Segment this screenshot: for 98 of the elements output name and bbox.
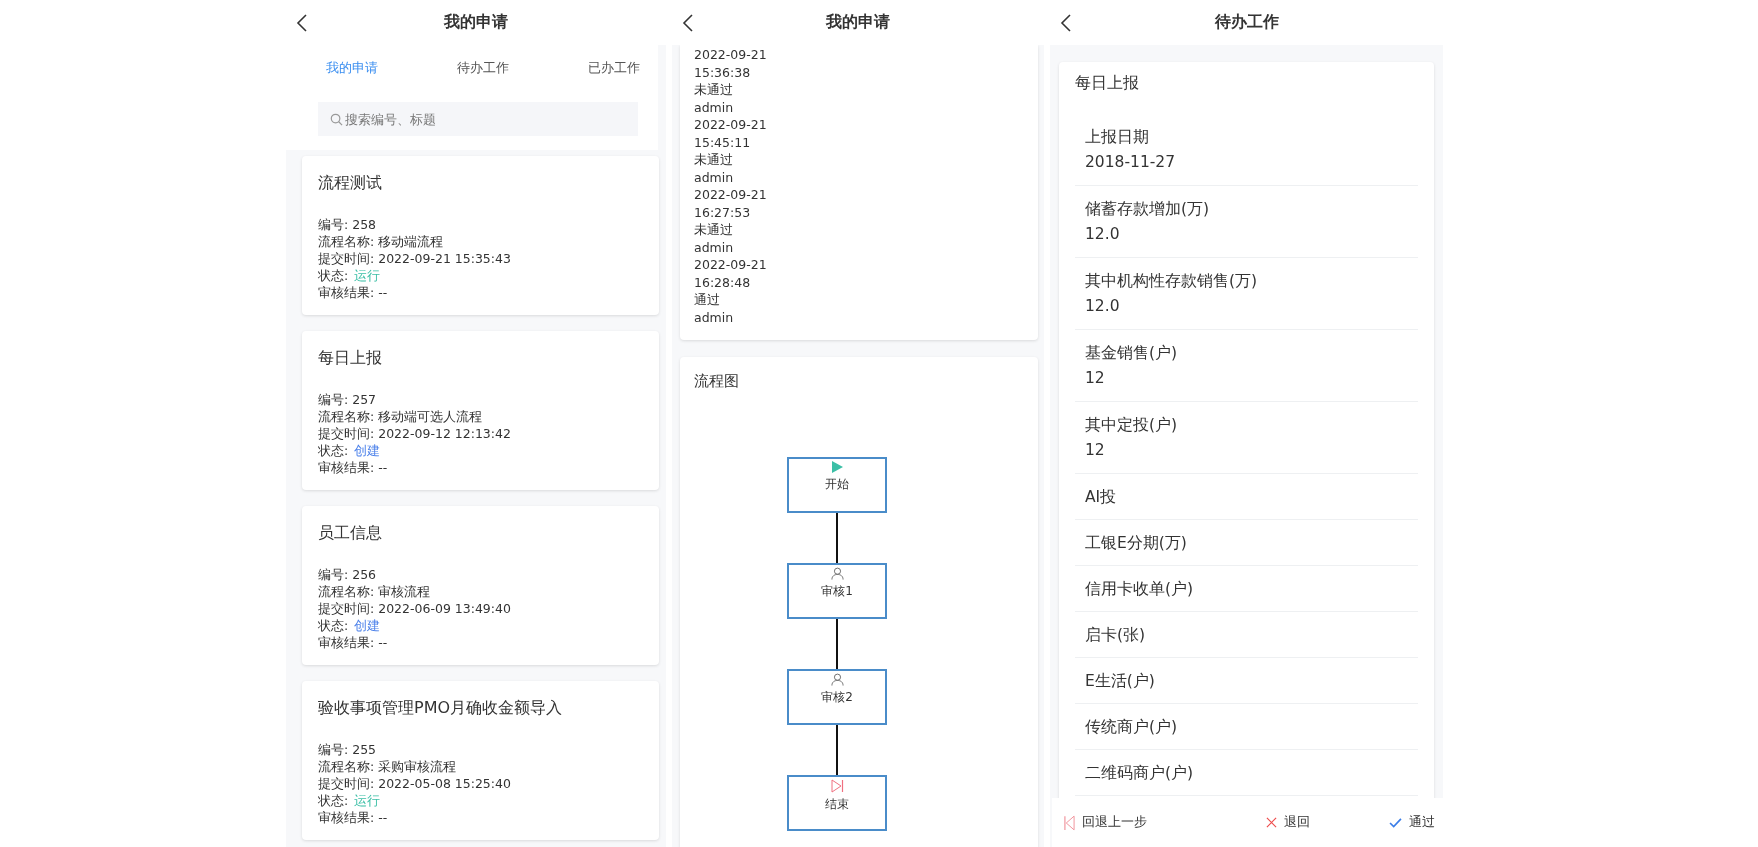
page-title: 我的申请 [444, 12, 508, 33]
tab[interactable]: 我的申请 [326, 57, 378, 79]
log-result: 未通过 [694, 221, 734, 239]
connector-line [836, 513, 838, 563]
log-result: 通过 [694, 291, 721, 309]
number-text: 编号: 257 [318, 391, 378, 408]
log-date: 2022-09-21 [694, 116, 768, 134]
back-button[interactable]: 回退上一步 [1062, 810, 1149, 835]
status-text: 创建 [354, 443, 381, 458]
status-label: 状态: [318, 618, 349, 633]
field-value: 12.0 [1085, 296, 1121, 317]
process-name-text: 流程名称: 移动端流程 [318, 233, 445, 250]
node-label: 结束 [825, 796, 849, 812]
flowchart-title: 流程图 [694, 371, 740, 391]
log-time: 16:27:53 [694, 203, 752, 221]
field-label: 二维码商户(户) [1085, 763, 1195, 784]
log-time: 16:28:48 [694, 273, 752, 291]
node-label: 开始 [825, 476, 849, 492]
field-label: 信用卡收单(户) [1085, 579, 1195, 600]
status-label: 状态: [318, 793, 349, 808]
log-result: 未通过 [694, 151, 734, 169]
approve-button[interactable]: 通过 [1387, 810, 1437, 835]
search-field[interactable]: 搜索编号、标题 [318, 102, 638, 136]
review-result-text: 审核结果: -- [318, 459, 389, 476]
review-result-text: 审核结果: -- [318, 284, 389, 301]
connector-line [836, 725, 838, 775]
field-label: E生活(户) [1085, 671, 1156, 692]
reject-button[interactable]: 退回 [1264, 810, 1312, 835]
close-icon [1266, 817, 1277, 828]
log-date: 2022-09-21 [694, 186, 768, 204]
log-time: 15:45:11 [694, 133, 752, 151]
field-value: 12.0 [1085, 224, 1121, 245]
review-result-text: 审核结果: -- [318, 634, 389, 651]
field-label: 其中定投(户) [1085, 415, 1179, 436]
form-title: 每日上报 [1075, 73, 1140, 94]
person-icon [830, 567, 844, 580]
field-label: 传统商户(户) [1085, 717, 1179, 738]
page-title: 我的申请 [826, 12, 890, 33]
submit-time-text: 提交时间: 2022-06-09 13:49:40 [318, 600, 512, 617]
field-label: 上报日期 [1085, 127, 1150, 148]
node-label: 审核2 [821, 689, 853, 705]
back-icon [1060, 13, 1072, 33]
status-label: 状态: [318, 443, 349, 458]
back-button[interactable] [682, 12, 696, 34]
node-label: 审核1 [821, 583, 853, 599]
field-value: 12 [1085, 368, 1106, 389]
status-text: 创建 [354, 618, 381, 633]
process-name-text: 流程名称: 移动端可选人流程 [318, 408, 484, 425]
check-icon [1389, 817, 1402, 828]
card-title: 验收事项管理PMO月确收金额导入 [318, 697, 564, 719]
field-label: 启卡(张) [1085, 625, 1147, 646]
back-icon [296, 13, 308, 33]
log-date: 2022-09-21 [694, 46, 768, 64]
step-back-icon [1064, 814, 1075, 831]
card-title: 每日上报 [318, 347, 383, 369]
number-text: 编号: 258 [318, 216, 378, 233]
log-time: 15:36:38 [694, 63, 752, 81]
connector-line [836, 619, 838, 669]
tab[interactable]: 待办工作 [457, 57, 509, 79]
log-user: admin [694, 168, 735, 186]
application-card[interactable]: 验收事项管理PMO月确收金额导入 编号: 255 流程名称: 采购审核流程 提交时间: 2022-05-08 15:25:40 状态: 运行 审核结果: -- [302, 681, 659, 840]
application-card[interactable]: 每日上报 编号: 257 流程名称: 移动端可选人流程 提交时间: 2022-09-12 12:13:42 状态: 创建 审核结果: -- [302, 331, 659, 490]
log-date: 2022-09-21 [694, 256, 768, 274]
submit-time-text: 提交时间: 2022-05-08 15:25:40 [318, 775, 512, 792]
application-card[interactable]: 员工信息 编号: 256 流程名称: 审核流程 提交时间: 2022-06-09 13:49:40 状态: 创建 审核结果: -- [302, 506, 659, 665]
field-value: 2018-11-27 [1085, 152, 1177, 173]
field-value: 12 [1085, 440, 1106, 461]
submit-time-text: 提交时间: 2022-09-12 12:13:42 [318, 425, 512, 442]
number-text: 编号: 255 [318, 741, 378, 758]
status-text: 运行 [354, 268, 381, 283]
review-result-text: 审核结果: -- [318, 809, 389, 826]
field-label: 工银E分期(万) [1085, 533, 1188, 554]
search-icon [330, 113, 343, 126]
back-icon [682, 13, 694, 33]
process-name-text: 流程名称: 采购审核流程 [318, 758, 458, 775]
log-user: admin [694, 308, 735, 326]
field-label: 基金销售(户) [1085, 343, 1179, 364]
application-card[interactable]: 流程测试 编号: 258 流程名称: 移动端流程 提交时间: 2022-09-21 15:35:43 状态: 运行 审核结果: -- [302, 156, 659, 315]
field-label: AI投 [1085, 487, 1118, 508]
tab[interactable]: 已办工作 [588, 57, 640, 79]
log-user: admin [694, 98, 735, 116]
field-label: 储蓄存款增加(万) [1085, 199, 1211, 220]
end-icon [830, 779, 844, 793]
person-icon [830, 673, 844, 686]
card-title: 员工信息 [318, 522, 383, 544]
back-button[interactable] [296, 12, 310, 34]
log-user: admin [694, 238, 735, 256]
field-label: 其中机构性存款销售(万) [1085, 271, 1259, 292]
back-button[interactable] [1060, 12, 1074, 34]
number-text: 编号: 256 [318, 566, 378, 583]
log-result: 未通过 [694, 81, 734, 99]
status-label: 状态: [318, 268, 349, 283]
page-title: 待办工作 [1214, 12, 1279, 33]
play-icon [831, 461, 843, 473]
card-title: 流程测试 [318, 172, 383, 194]
submit-time-text: 提交时间: 2022-09-21 15:35:43 [318, 250, 512, 267]
status-text: 运行 [354, 793, 381, 808]
process-name-text: 流程名称: 审核流程 [318, 583, 432, 600]
